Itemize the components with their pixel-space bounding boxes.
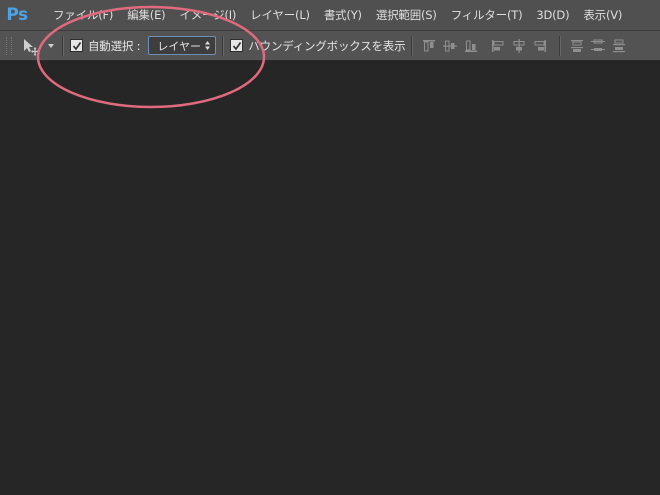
show-bounding-box-label: バウンディングボックスを表示	[248, 38, 406, 53]
highlight-ellipse-annotation	[36, 5, 266, 109]
menu-select[interactable]: 選択範囲(S)	[369, 0, 444, 30]
canvas-area[interactable]	[0, 61, 660, 495]
align-bottom-edges-icon[interactable]	[463, 38, 479, 54]
distribute-bottom-edges-icon[interactable]	[611, 38, 627, 54]
menu-3d[interactable]: 3D(D)	[529, 0, 576, 30]
menu-view[interactable]: 表示(V)	[576, 0, 629, 30]
options-separator	[411, 35, 414, 56]
distribute-vertical-centers-icon[interactable]	[590, 38, 606, 54]
options-separator	[559, 35, 562, 56]
menu-filter[interactable]: フィルター(T)	[444, 0, 530, 30]
menu-type[interactable]: 書式(Y)	[317, 0, 369, 30]
align-horizontal-centers-icon[interactable]	[511, 38, 527, 54]
options-bar-grip[interactable]	[6, 36, 12, 55]
align-buttons	[421, 38, 553, 54]
align-vertical-centers-icon[interactable]	[442, 38, 458, 54]
align-left-edges-icon[interactable]	[490, 38, 506, 54]
align-top-edges-icon[interactable]	[421, 38, 437, 54]
photoshop-logo: Ps	[6, 5, 28, 25]
distribute-buttons	[569, 38, 632, 54]
distribute-top-edges-icon[interactable]	[569, 38, 585, 54]
align-right-edges-icon[interactable]	[532, 38, 548, 54]
